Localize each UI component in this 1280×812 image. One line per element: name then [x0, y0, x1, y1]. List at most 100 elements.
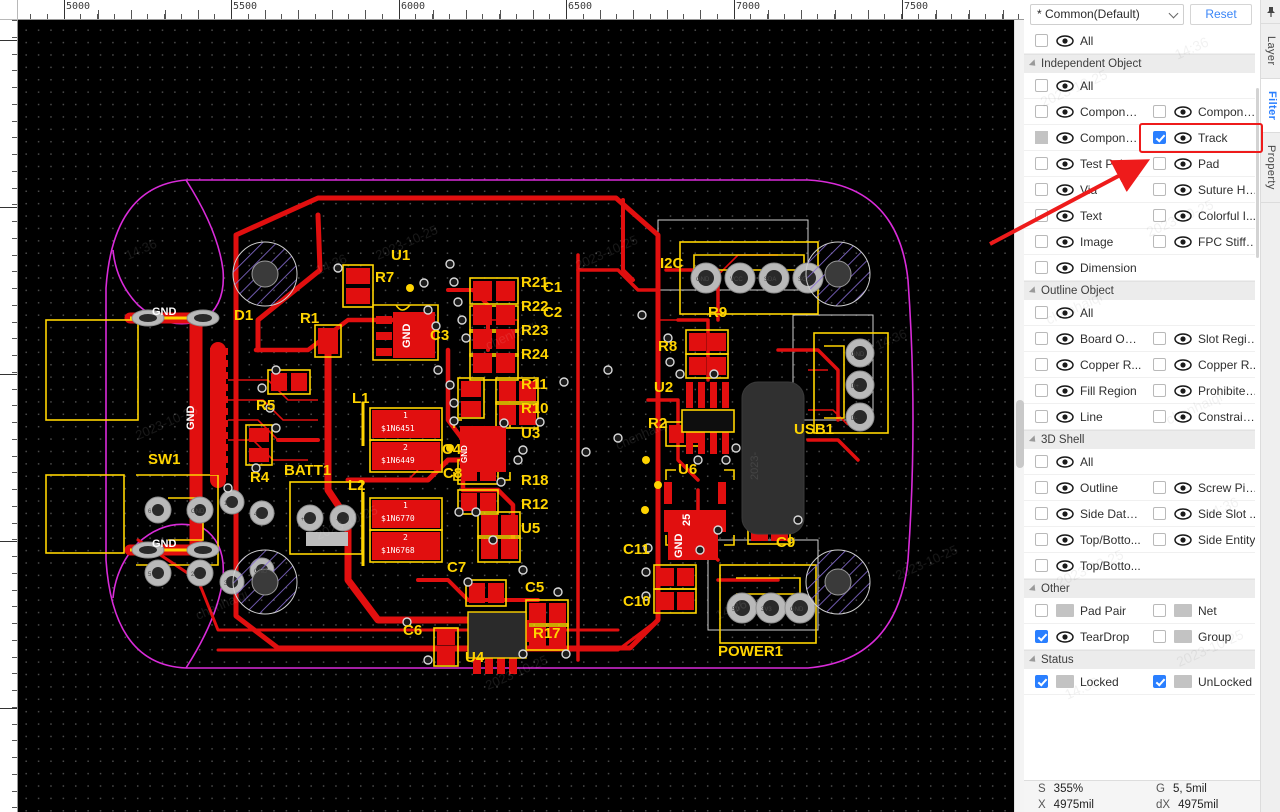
filter-checkbox[interactable]	[1035, 332, 1048, 345]
eye-icon[interactable]	[1056, 106, 1074, 118]
eye-icon[interactable]	[1174, 236, 1192, 248]
filter-item-screw-pillar[interactable]: Screw Pillar	[1142, 475, 1260, 501]
filter-group-independent-object[interactable]: Independent Object	[1024, 54, 1260, 73]
filter-checkbox[interactable]	[1035, 481, 1048, 494]
collapse-triangle-icon[interactable]	[1028, 584, 1039, 594]
eye-icon[interactable]	[1056, 560, 1074, 572]
visibility-eye-icon[interactable]	[1174, 131, 1192, 144]
filter-scroll-thumb[interactable]	[1256, 88, 1259, 258]
eye-icon[interactable]	[1056, 359, 1074, 371]
filter-checkbox[interactable]	[1035, 533, 1048, 546]
visibility-eye-icon[interactable]	[1056, 183, 1074, 196]
filter-item-net[interactable]: Net	[1142, 598, 1260, 624]
filter-checkbox[interactable]	[1153, 332, 1166, 345]
filter-group-other[interactable]: Other	[1024, 579, 1260, 598]
visibility-eye-icon[interactable]	[1056, 332, 1074, 345]
visibility-eye-icon[interactable]	[1056, 131, 1074, 144]
eye-icon[interactable]	[1174, 411, 1192, 423]
eye-icon[interactable]	[1056, 534, 1074, 546]
filter-checkbox[interactable]	[1153, 384, 1166, 397]
panel-tab-rail[interactable]: Layer Filter Property	[1260, 0, 1280, 812]
vertical-ruler[interactable]	[0, 20, 18, 812]
eye-icon[interactable]	[1056, 631, 1074, 643]
eye-icon[interactable]	[1056, 508, 1074, 520]
eye-icon[interactable]	[1056, 184, 1074, 196]
filter-item-via[interactable]: Via	[1024, 177, 1142, 203]
filter-checkbox[interactable]	[1153, 675, 1166, 688]
filter-item-text[interactable]: Text	[1024, 203, 1142, 229]
eye-icon[interactable]	[1174, 184, 1192, 196]
filter-item-fill-region[interactable]: Fill Region	[1024, 378, 1142, 404]
filter-profile-select[interactable]: * Common(Default)	[1030, 3, 1184, 25]
eye-icon[interactable]	[1174, 158, 1192, 170]
reset-button[interactable]: Reset	[1190, 3, 1252, 25]
filter-item-outline[interactable]: Outline	[1024, 475, 1142, 501]
filter-checkbox[interactable]	[1035, 183, 1048, 196]
visibility-eye-icon[interactable]	[1174, 105, 1192, 118]
canvas-vertical-scrollbar[interactable]	[1014, 20, 1024, 812]
filter-item-all[interactable]: All	[1024, 73, 1260, 99]
eye-icon[interactable]	[1174, 534, 1192, 546]
visibility-eye-icon[interactable]	[1056, 358, 1074, 371]
filter-checkbox[interactable]	[1035, 261, 1048, 274]
filter-item-copper-r[interactable]: Copper R...	[1024, 352, 1142, 378]
eye-icon[interactable]	[1056, 307, 1074, 319]
visibility-eye-icon[interactable]	[1174, 507, 1192, 520]
filter-item-side-datu[interactable]: Side Datu...	[1024, 501, 1142, 527]
eye-icon[interactable]	[1056, 411, 1074, 423]
tab-property[interactable]: Property	[1261, 132, 1280, 203]
filter-checkbox[interactable]	[1153, 410, 1166, 423]
filter-item-side-slot[interactable]: Side Slot ...	[1142, 501, 1260, 527]
visibility-eye-icon[interactable]	[1174, 235, 1192, 248]
filter-checkbox[interactable]	[1153, 604, 1166, 617]
eye-icon[interactable]	[1174, 106, 1192, 118]
filter-item-teardrop[interactable]: TearDrop	[1024, 624, 1142, 650]
filter-checkbox[interactable]	[1153, 183, 1166, 196]
eye-icon[interactable]	[1056, 158, 1074, 170]
visibility-eye-icon[interactable]	[1056, 481, 1074, 494]
color-swatch[interactable]	[1174, 604, 1192, 617]
eye-icon[interactable]	[1174, 508, 1192, 520]
visibility-eye-icon[interactable]	[1056, 209, 1074, 222]
filter-group-3d-shell[interactable]: 3D Shell	[1024, 430, 1260, 449]
filter-checkbox[interactable]	[1153, 533, 1166, 546]
filter-rows-container[interactable]: All Independent Object All Component Compone…	[1024, 28, 1260, 780]
visibility-eye-icon[interactable]	[1174, 533, 1192, 546]
visibility-eye-icon[interactable]	[1174, 157, 1192, 170]
pcb-drawing[interactable]: R7 U1 R1 D1 R5 R4 C1 C2 C3 L1 SW1 BATT1 …	[18, 20, 1014, 812]
collapse-triangle-icon[interactable]	[1028, 435, 1039, 445]
filter-item-all[interactable]: All	[1024, 28, 1260, 54]
filter-item-side-entity[interactable]: Side Entity	[1142, 527, 1260, 553]
pcb-canvas-area[interactable]: 5000 5500 6000 6500 7000 7500 R7 U1 R1 D…	[0, 0, 1024, 812]
filter-checkbox[interactable]	[1153, 358, 1166, 371]
filter-item-image[interactable]: Image	[1024, 229, 1142, 255]
filter-checkbox[interactable]	[1035, 79, 1048, 92]
filter-checkbox[interactable]	[1035, 157, 1048, 170]
filter-item-unlocked[interactable]: UnLocked	[1142, 669, 1260, 695]
visibility-eye-icon[interactable]	[1056, 410, 1074, 423]
eye-icon[interactable]	[1056, 35, 1074, 47]
filter-item-top-botto[interactable]: Top/Botto...	[1024, 527, 1142, 553]
visibility-eye-icon[interactable]	[1056, 455, 1074, 468]
right-panel[interactable]: * Common(Default) Reset All Independent O…	[1024, 0, 1280, 812]
eye-icon[interactable]	[1174, 132, 1192, 144]
color-swatch[interactable]	[1056, 675, 1074, 688]
filter-item-dimension[interactable]: Dimension	[1024, 255, 1260, 281]
eye-icon[interactable]	[1174, 210, 1192, 222]
horizontal-ruler[interactable]: 5000 5500 6000 6500 7000 7500	[18, 0, 1024, 20]
filter-checkbox[interactable]	[1035, 209, 1048, 222]
filter-item-constraint[interactable]: Constraint...	[1142, 404, 1260, 430]
tab-filter[interactable]: Filter	[1261, 78, 1280, 133]
filter-checkbox[interactable]	[1035, 410, 1048, 423]
collapse-triangle-icon[interactable]	[1028, 286, 1039, 296]
eye-icon[interactable]	[1056, 236, 1074, 248]
filter-item-pad-pair[interactable]: Pad Pair	[1024, 598, 1142, 624]
filter-item-line[interactable]: Line	[1024, 404, 1142, 430]
visibility-eye-icon[interactable]	[1056, 306, 1074, 319]
visibility-eye-icon[interactable]	[1174, 209, 1192, 222]
filter-item-pad[interactable]: Pad	[1142, 151, 1260, 177]
filter-checkbox[interactable]	[1035, 384, 1048, 397]
filter-checkbox[interactable]	[1153, 157, 1166, 170]
filter-item-copper-r[interactable]: Copper R...	[1142, 352, 1260, 378]
collapse-triangle-icon[interactable]	[1028, 655, 1039, 665]
